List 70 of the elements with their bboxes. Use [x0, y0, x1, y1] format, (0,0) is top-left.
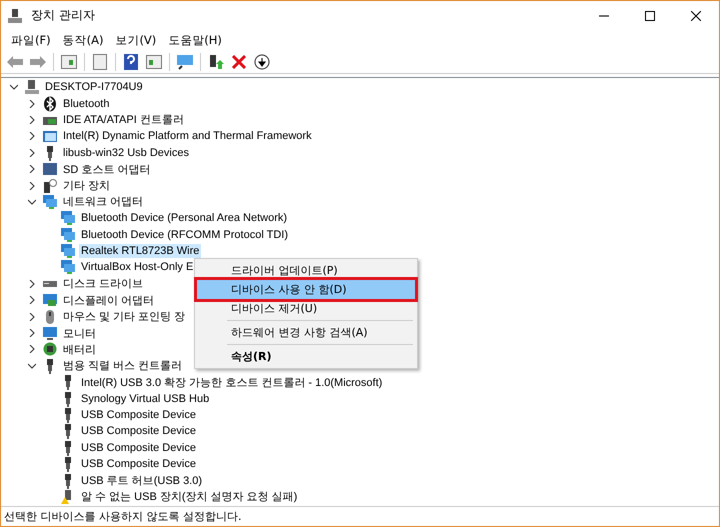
- menu-item[interactable]: 보기(V): [109, 32, 162, 48]
- left-arrow-icon: [7, 56, 23, 68]
- tree-item[interactable]: 디스플레이 어댑터: [61, 292, 156, 309]
- tree-item[interactable]: 모니터: [61, 324, 98, 342]
- menu-item[interactable]: 동작(A): [56, 32, 110, 48]
- context-menu-item[interactable]: 하드웨어 변경 사항 검색(A): [197, 323, 415, 342]
- tree-item[interactable]: USB Composite Device: [79, 440, 198, 455]
- network-icon: [60, 259, 76, 276]
- disable-button[interactable]: [252, 52, 272, 72]
- tree-item[interactable]: USB Composite Device: [79, 424, 198, 438]
- context-menu-item[interactable]: 속성(R): [197, 347, 415, 366]
- tree-item[interactable]: Bluetooth Device (Personal Area Network): [79, 211, 290, 226]
- tree-item[interactable]: USB Composite Device: [79, 408, 198, 422]
- tree-item[interactable]: Bluetooth Device (RFCOMM Protocol TDI): [79, 228, 290, 242]
- menu-item[interactable]: 도움말(H): [162, 32, 228, 48]
- chevron-down-icon: [10, 83, 18, 92]
- help-icon: [124, 54, 138, 70]
- monitor-search-icon: [176, 54, 194, 70]
- tree-item[interactable]: Bluetooth: [61, 96, 112, 111]
- tree-item[interactable]: libusb-win32 Usb Devices: [61, 146, 191, 160]
- tree-item[interactable]: USB Composite Device: [79, 457, 198, 472]
- display-icon: [42, 292, 58, 308]
- tree-item[interactable]: 배터리: [61, 340, 98, 358]
- tree-item[interactable]: USB 루트 허브(USB 3.0): [79, 472, 204, 490]
- status-text: 선택한 디바이스를 사용하지 않도록 설정합니다.: [4, 509, 242, 524]
- tree-item[interactable]: 네트워크 어댑터: [61, 193, 146, 210]
- system-icon: [42, 128, 58, 144]
- unknown-icon: [42, 178, 58, 194]
- window-title: 장치 관리자: [31, 7, 96, 24]
- bluetooth-icon: [42, 96, 58, 112]
- help-button[interactable]: [121, 52, 141, 72]
- maximize-icon: [645, 10, 655, 20]
- toolbar-button[interactable]: [90, 52, 110, 72]
- context-menu-item[interactable]: 디바이스 제거(U): [197, 299, 415, 318]
- device-manager-icon: [7, 8, 23, 24]
- tree-item[interactable]: 범용 직렬 버스 컨트롤러: [61, 357, 184, 374]
- tree-item[interactable]: Synology Virtual USB Hub: [79, 392, 212, 406]
- network-icon: [42, 194, 58, 210]
- device-up-arrow-icon: [208, 54, 224, 70]
- card-icon: [42, 161, 58, 178]
- battery-icon: [42, 341, 58, 358]
- drive-icon: [42, 280, 58, 287]
- monitor-icon: [42, 325, 58, 342]
- tree-item[interactable]: Intel(R) USB 3.0 확장 가능한 호스트 컨트롤러 - 1.0(Microsoft): [79, 374, 384, 391]
- tree-item[interactable]: SD 호스트 어댑터: [61, 160, 152, 178]
- panel-icon: [61, 54, 77, 68]
- context-menu-item[interactable]: 디바이스 사용 안 함(D): [197, 280, 415, 299]
- tree-item[interactable]: 디스크 드라이브: [61, 275, 146, 292]
- tree-item[interactable]: IDE ATA/ATAPI 컨트롤러: [61, 111, 186, 128]
- tree-item[interactable]: DESKTOP-I7704U9: [43, 80, 145, 94]
- tree-item[interactable]: Intel(R) Dynamic Platform and Thermal Framework: [61, 129, 314, 144]
- document-icon: [93, 54, 107, 70]
- context-menu-item[interactable]: 드라이버 업데이트(P): [197, 261, 415, 280]
- tree-item[interactable]: 기타 장치: [61, 177, 112, 194]
- tree-item[interactable]: VirtualBox Host-Only E: [79, 260, 196, 274]
- right-arrow-icon: [30, 56, 46, 68]
- network-icon: [60, 226, 76, 243]
- tree-item[interactable]: 마우스 및 기타 포인팅 장: [61, 308, 188, 326]
- down-arrow-circle-icon: [254, 54, 270, 70]
- close-icon: [691, 10, 701, 20]
- tree-item[interactable]: 알 수 없는 USB 장치(장치 설명자 요청 실패): [79, 488, 300, 506]
- tree-item[interactable]: Realtek RTL8723B Wire: [79, 244, 202, 258]
- network-icon: [60, 243, 76, 260]
- chevron-down-icon: [28, 198, 36, 206]
- delete-x-icon: [232, 54, 246, 68]
- network-icon: [60, 210, 76, 226]
- panel-icon: [146, 54, 162, 68]
- chevron-down-icon: [28, 362, 36, 370]
- menu-item[interactable]: 파일(F): [5, 32, 57, 48]
- computer-icon: [24, 79, 40, 96]
